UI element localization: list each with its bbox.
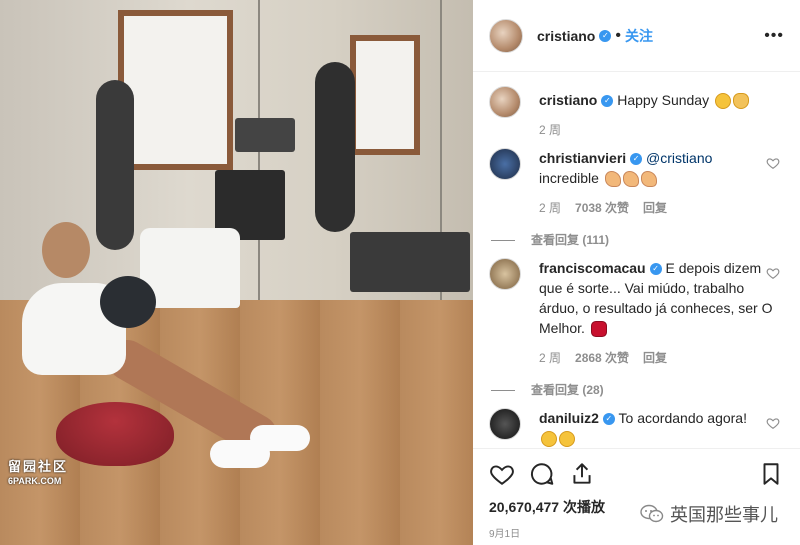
flexed-biceps-emoji-icon xyxy=(622,171,639,188)
share-icon[interactable] xyxy=(569,461,595,487)
window xyxy=(118,10,233,170)
comment-icon[interactable] xyxy=(529,461,555,487)
caption-text: Happy Sunday xyxy=(617,92,710,108)
heart-icon[interactable] xyxy=(766,266,780,280)
laughing-emoji-icon xyxy=(559,431,575,448)
action-icons xyxy=(489,459,784,489)
comment-mention[interactable]: @cristiano xyxy=(646,150,712,166)
caption-time[interactable]: 2 周 xyxy=(539,120,561,140)
header-username[interactable]: cristiano xyxy=(537,28,595,44)
peace-hand-emoji-icon xyxy=(732,93,749,110)
post-side-panel: cristiano ✓ • 关注 ••• cristiano ✓ Happy Su… xyxy=(473,0,800,545)
wechat-icon xyxy=(640,504,664,523)
avatar[interactable] xyxy=(489,18,523,53)
grinning-emoji-icon xyxy=(714,93,731,110)
divider xyxy=(491,239,515,241)
treadmill-console xyxy=(235,118,295,152)
avatar[interactable] xyxy=(489,148,521,180)
view-replies-button[interactable]: 查看回复 (28) xyxy=(491,380,784,400)
balance-ball xyxy=(56,402,174,466)
comment-text: To acordando agora! xyxy=(618,410,747,426)
comment: franciscomacau ✓ E depois dizem que é sor… xyxy=(489,258,784,408)
athlete-head xyxy=(42,222,90,278)
watermark: 留园社区 6PARK.COM xyxy=(8,460,68,488)
person-on-treadmill xyxy=(315,62,355,232)
comment-time[interactable]: 2 周 xyxy=(539,348,561,368)
verified-badge-icon: ✓ xyxy=(599,29,612,42)
reply-button[interactable]: 回复 xyxy=(643,198,667,218)
post-header: cristiano ✓ • 关注 ••• xyxy=(473,0,800,72)
heart-icon[interactable] xyxy=(766,156,780,170)
watermark-domain: 6PARK.COM xyxy=(8,476,62,486)
caption-username[interactable]: cristiano xyxy=(539,92,597,108)
medicine-ball xyxy=(100,276,156,328)
heart-icon[interactable] xyxy=(766,416,780,430)
view-replies-button[interactable]: 查看回复 (111) xyxy=(491,230,784,250)
verified-badge-icon: ✓ xyxy=(601,95,614,108)
follow-button[interactable]: 关注 xyxy=(625,26,653,46)
heart-icon[interactable] xyxy=(489,461,515,487)
comment-text: incredible xyxy=(539,170,599,186)
watermark-text: 留园社区 xyxy=(8,459,69,474)
comment-time[interactable]: 2 周 xyxy=(539,198,561,218)
avatar[interactable] xyxy=(489,408,521,440)
flexed-biceps-emoji-icon xyxy=(640,171,657,188)
divider xyxy=(491,389,515,391)
comment-likes[interactable]: 2868 次赞 xyxy=(575,348,629,368)
comment-username[interactable]: daniluiz2 xyxy=(539,410,599,426)
comment-username[interactable]: franciscomacau xyxy=(539,260,646,276)
post-date[interactable]: 9月1日 xyxy=(489,525,784,540)
treadmill xyxy=(350,232,470,292)
caption: cristiano ✓ Happy Sunday 2 周 xyxy=(489,86,784,148)
post-actions: 20,670,477 次播放 9月1日 英国那些事儿 xyxy=(473,448,800,545)
verified-badge-icon: ✓ xyxy=(602,413,615,426)
comment-username[interactable]: christianvieri xyxy=(539,150,626,166)
comment: christianvieri ✓ @cristiano incredible 2 … xyxy=(489,148,784,258)
window xyxy=(350,35,420,155)
view-replies-label: 查看回复 (111) xyxy=(531,233,610,247)
comment: daniluiz2 ✓ To acordando agora! xyxy=(489,408,784,448)
bookmark-icon[interactable] xyxy=(758,461,784,487)
laughing-emoji-icon xyxy=(541,431,557,448)
wechat-account-name: 英国那些事儿 xyxy=(670,505,778,525)
avatar[interactable] xyxy=(489,258,521,290)
view-replies-label: 查看回复 (28) xyxy=(531,383,604,397)
comment-likes[interactable]: 7038 次赞 xyxy=(575,198,629,218)
flexed-biceps-emoji-icon xyxy=(604,171,621,188)
portugal-flag-emoji-icon xyxy=(590,321,607,338)
separator-dot: • xyxy=(615,26,621,44)
verified-badge-icon: ✓ xyxy=(630,153,643,166)
wechat-watermark: 英国那些事儿 xyxy=(640,501,778,527)
sneaker xyxy=(250,425,310,451)
more-options-icon[interactable]: ••• xyxy=(764,27,784,45)
verified-badge-icon: ✓ xyxy=(649,263,662,276)
comments-list: cristiano ✓ Happy Sunday 2 周 christianvie… xyxy=(489,86,784,448)
post-photo[interactable]: 留园社区 6PARK.COM xyxy=(0,0,473,545)
avatar[interactable] xyxy=(489,86,521,118)
reply-button[interactable]: 回复 xyxy=(643,348,667,368)
person-reflection xyxy=(96,80,134,250)
